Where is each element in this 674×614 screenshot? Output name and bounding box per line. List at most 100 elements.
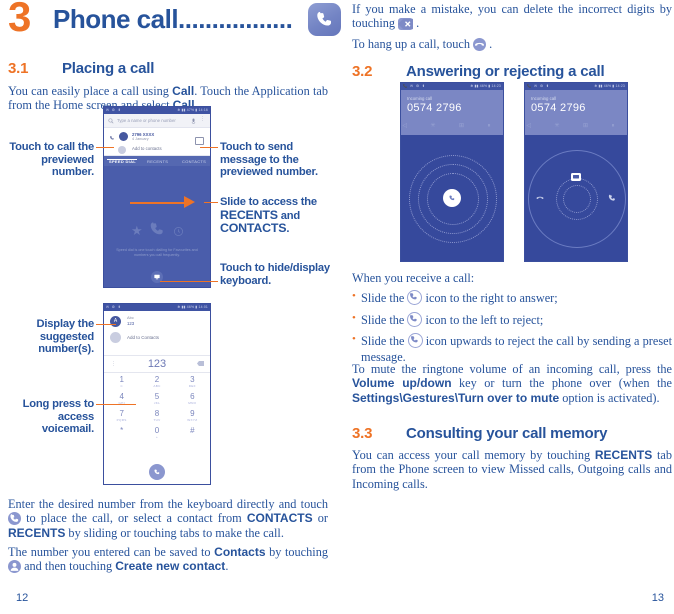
dialpad-key-*[interactable]: * (104, 424, 139, 441)
add-to-contacts-label[interactable]: Add to Contacts (127, 335, 159, 340)
hang-up-paragraph: To hang up a call, touch . (352, 37, 672, 51)
answer-call-icon (407, 290, 423, 305)
tab-indicator (107, 158, 137, 161)
incoming-call-label: Incoming call (531, 96, 557, 101)
phone-mockup-dialer: ✉ ⚙ ⬆ ✻ ▮▮ 46% ▮ 14:01 A Abc 123 Add to … (103, 303, 211, 485)
bullet-reject: Slide the icon to the left to reject; (352, 311, 672, 329)
dialpad-key-digit: 6 (190, 392, 195, 401)
suggestion-avatar-icon: A (110, 316, 121, 327)
dialpad-key-#[interactable]: # (175, 424, 210, 441)
dialpad-key-3[interactable]: 3 DEF (175, 373, 210, 390)
dialpad-key-9[interactable]: 9 WXYZ (175, 407, 210, 424)
save-text-d: . (225, 559, 229, 574)
add-to-contacts-label[interactable]: Add to contacts (132, 146, 162, 151)
status-bar-left-icons: ✉ ⚙ ⬆ (106, 305, 122, 309)
closing-text-d: by sliding or touching tabs to make the … (65, 525, 284, 540)
slide-text-c: and (277, 209, 301, 222)
dialpad-key-digit: 8 (154, 409, 160, 418)
add-contact-icon (8, 560, 21, 574)
closing-text-a: Enter the desired number from the keyboa… (8, 497, 328, 511)
status-bar-right-icons: ✻ ▮▮ 46% ▮ 14:23 (594, 84, 625, 88)
search-input[interactable]: Type a name or phone number ⋮ (104, 114, 210, 128)
status-bar-left-icons: 📞 ✉ ⚙ ⬆ (527, 84, 550, 88)
status-bar: 📞 ✉ ⚙ ⬆ ✻ ▮▮ 46% ▮ 14:23 (401, 83, 503, 90)
dialpad-key-digit: 7 (119, 409, 124, 418)
call-button-icon (8, 512, 21, 526)
status-bar: ✉ ⚙ ⬆ ✻ ▮▮ 46% ▮ 14:01 (104, 304, 210, 311)
closing-text-c: or (312, 511, 328, 526)
slide-arrow-head (184, 196, 195, 208)
bullet-reject-text-b: icon to the left to reject; (422, 312, 544, 327)
speed-dial-empty-state: ★ Speed dial is one touch dialling for F… (104, 166, 210, 287)
previewed-number-card: 2796 XXXX 4 January Add to contacts (104, 128, 210, 156)
bullet-preset-message: Slide the icon upwards to reject the cal… (352, 332, 672, 365)
status-bar-left-icons: ✉ ⚙ ⬆ (106, 108, 122, 112)
slide-bold-contacts: CONTACTS (220, 221, 287, 236)
phone-mockup-incoming-answer: 📞 ✉ ⚙ ⬆ ✻ ▮▮ 46% ▮ 14:23 Incoming call 0… (400, 82, 504, 262)
speed-dial-hint-text: Speed dial is one touch dialling for Fav… (116, 248, 198, 257)
dialpad-key-letters: DEF (188, 384, 196, 388)
call-button[interactable] (149, 464, 165, 480)
leader-line-send-message (200, 147, 218, 148)
incoming-call-body (401, 135, 503, 261)
bullet-reject-text-a: Slide the (361, 312, 408, 327)
preset-message-icon[interactable] (571, 173, 581, 181)
dialed-number-field[interactable]: ⋮ 123 (104, 355, 210, 373)
section-number-32: 3.2 (352, 63, 373, 81)
incoming-call-number: 0574 2796 (407, 102, 462, 114)
mute-bold-volume: Volume up/down (352, 376, 452, 391)
dialpad-key-1[interactable]: 1 ∞ (104, 373, 139, 390)
overflow-menu-icon[interactable]: ⋮ (200, 116, 205, 122)
dialpad-key-0[interactable]: 0 + (139, 424, 174, 441)
dialpad-key-letters: MNO (188, 401, 197, 405)
receive-call-intro: When you receive a call: (352, 271, 475, 285)
answer-call-icon[interactable] (607, 193, 617, 205)
section-number-33: 3.3 (352, 425, 373, 442)
incoming-call-header: Incoming call 0574 2796 ◁ ✳ ⊞ ⏸ (401, 90, 503, 135)
dialpad-key-7[interactable]: 7 PQRS (104, 407, 139, 424)
chapter-title: Phone call................. (53, 4, 293, 34)
slide-text-a: Slide to access the (220, 196, 317, 208)
suggestion-number[interactable]: 123 (127, 321, 134, 326)
save-text-a: The number you entered can be saved to (8, 545, 215, 559)
dialed-number-value: 123 (147, 358, 167, 370)
memory-bold-recents: RECENTS (594, 448, 653, 462)
chapter-header: 3 Phone call................. (8, 0, 341, 48)
manual-page: 3 Phone call................. 3.1 Placing… (0, 0, 674, 614)
mute-text-b: key or turn the phone over (when the (451, 376, 672, 391)
delete-text-b: . (413, 16, 420, 31)
dialpad-key-6[interactable]: 6 MNO (175, 390, 210, 407)
call-memory-paragraph: You can access your call memory by touch… (352, 448, 672, 491)
suggested-number-list: A Abc 123 Add to Contacts (104, 311, 210, 355)
page-number-right: 13 (651, 592, 664, 604)
dialpad-key-8[interactable]: 8 TUV (139, 407, 174, 424)
status-bar: ✉ ⚙ ⬆ ✻ ▮▮ 47% ▮ 14:16 (104, 107, 210, 114)
dialpad-key-5[interactable]: 5 JKL (139, 390, 174, 407)
mute-text-c: option is activated). (559, 390, 660, 405)
dialpad-key-2[interactable]: 2 ABC (139, 373, 174, 390)
call-options-icons: ◁ ✳ ⊞ ⏸ (402, 123, 502, 129)
status-bar-right-icons: ✻ ▮▮ 46% ▮ 14:01 (177, 305, 208, 309)
leader-line-slide-access (204, 202, 218, 203)
search-placeholder-text: Type a name or phone number (117, 117, 176, 123)
star-icon: ★ (131, 223, 143, 238)
tab-contacts[interactable]: CONTACTS (182, 159, 206, 164)
slide-arrow-shaft (130, 202, 185, 204)
answer-call-button[interactable] (443, 189, 461, 207)
closing-bold-contacts: CONTACTS (246, 511, 313, 526)
page-number-left: 12 (16, 592, 29, 604)
reject-call-icon[interactable] (535, 193, 545, 205)
status-bar-right-icons: ✻ ▮▮ 46% ▮ 14:23 (470, 84, 501, 88)
contact-date-label: 4 January (132, 137, 149, 141)
reject-call-icon (407, 311, 423, 327)
dialpad-key-letters: + (155, 435, 159, 439)
incoming-call-header: Incoming call 0574 2796 ◁ ✳ ⊞ ⏸ (525, 90, 627, 135)
suggestion-label: Abc (127, 315, 134, 320)
send-message-icon[interactable] (195, 137, 204, 145)
tab-bar: SPEED DIAL RECENTS CONTACTS (104, 156, 210, 166)
right-column: If you make a mistake, you can delete th… (352, 0, 672, 614)
dialpad-key-letters: ABC (153, 384, 161, 388)
section-title-33: Consulting your call memory (406, 425, 608, 442)
tab-recents[interactable]: RECENTS (147, 159, 168, 164)
dialpad-key-letters: JKL (153, 401, 161, 405)
